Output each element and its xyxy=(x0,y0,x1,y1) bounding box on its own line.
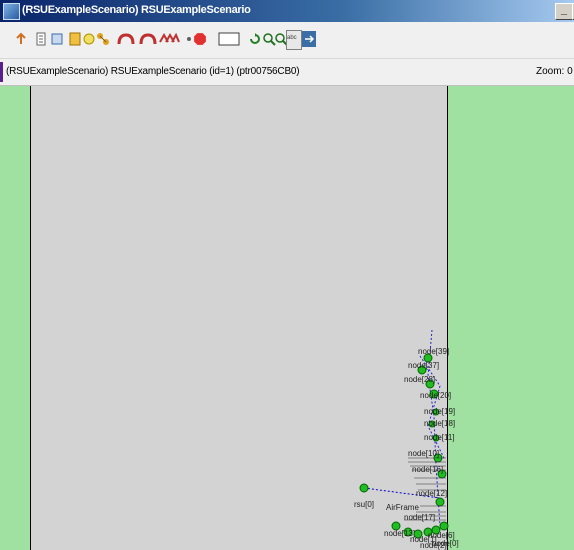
node-label: node[10] xyxy=(408,449,439,458)
node-label: node[16] xyxy=(412,465,443,474)
module-path: (RSUExampleScenario) RSUExampleScenario … xyxy=(6,66,300,77)
node-label: node[11] xyxy=(424,433,455,442)
node-label: node[19] xyxy=(424,407,455,416)
node-layer: rsu[0] node[39] node[37] node[28] node[2… xyxy=(354,329,459,550)
fast-run-icon[interactable] xyxy=(138,32,158,46)
vehicle-node-icon[interactable] xyxy=(439,521,449,531)
vehicle-node-icon[interactable] xyxy=(435,497,445,507)
rsu-label: rsu[0] xyxy=(354,500,374,509)
node-label: node[37] xyxy=(408,361,439,370)
step-back-icon[interactable] xyxy=(14,32,28,46)
toolbar: abc xyxy=(0,22,574,58)
network-icon[interactable] xyxy=(96,32,110,46)
arrow-icon[interactable] xyxy=(302,31,316,47)
inspect-icon[interactable] xyxy=(68,32,82,46)
list-icon[interactable] xyxy=(34,32,48,46)
network-canvas[interactable]: rsu[0] node[39] node[37] node[28] node[2… xyxy=(0,86,574,550)
airframe-label: AirFrame xyxy=(386,503,419,512)
window-titlebar[interactable]: (RSUExampleScenario) RSUExampleScenario … xyxy=(0,0,574,22)
stop-icon[interactable] xyxy=(192,32,208,46)
node-label: node[18] xyxy=(424,419,455,428)
rsu-node-icon[interactable] xyxy=(359,483,369,493)
express-run-icon[interactable] xyxy=(158,32,180,46)
module-info-bar: (RSUExampleScenario) RSUExampleScenario … xyxy=(0,58,574,86)
module-icon[interactable] xyxy=(50,32,64,46)
params-icon[interactable] xyxy=(82,32,96,46)
run-icon[interactable] xyxy=(116,32,136,46)
app-icon xyxy=(3,3,20,20)
node-label: node[28] xyxy=(404,375,435,384)
zoom-level: Zoom: 0 xyxy=(536,66,573,77)
node-label: node[12] xyxy=(416,489,447,498)
node-label: node[0] xyxy=(432,539,459,548)
node-label: node[17] xyxy=(404,513,435,522)
node-label: node[39] xyxy=(418,347,449,356)
minimize-button[interactable]: _ xyxy=(555,3,573,20)
labels-icon: abc xyxy=(287,35,297,41)
labels-button[interactable]: abc xyxy=(286,30,302,50)
module-color-marker xyxy=(0,62,3,82)
window-title: (RSUExampleScenario) RSUExampleScenario xyxy=(22,4,251,16)
refresh-icon[interactable] xyxy=(248,32,262,46)
node-label: node[20] xyxy=(420,391,451,400)
find-icon[interactable] xyxy=(218,32,240,46)
